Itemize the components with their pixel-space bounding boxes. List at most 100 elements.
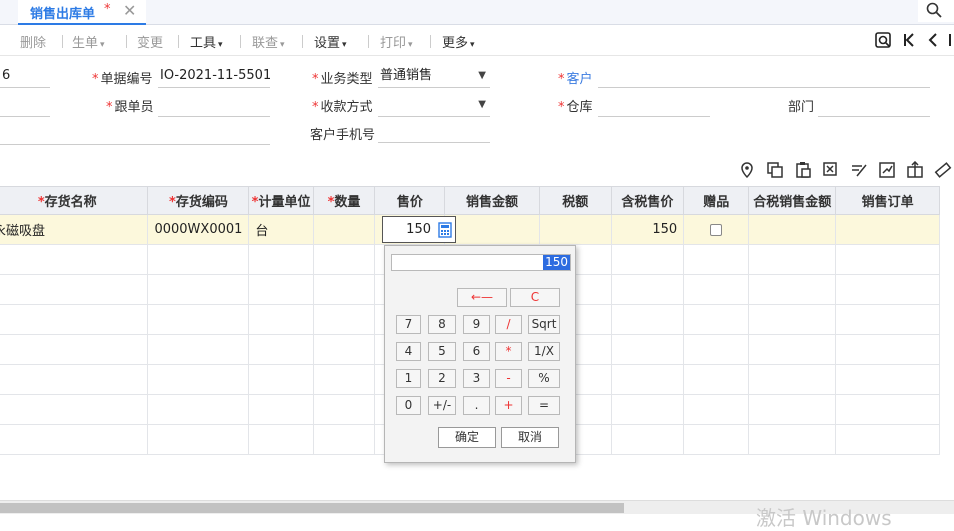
table-row[interactable]: 永磁吸盘 0000WX0001 台 150 xyxy=(0,214,940,245)
first-record-icon[interactable] xyxy=(902,31,916,53)
previous-record-icon[interactable] xyxy=(926,31,940,53)
chevron-down-icon: ▾ xyxy=(470,40,475,50)
generate-button[interactable]: 生单 ▾ xyxy=(72,32,105,51)
col-header-gift[interactable]: 赠品 xyxy=(683,186,750,215)
col-header-amount[interactable]: 销售金额 xyxy=(444,186,540,215)
cell-code[interactable]: 0000WX0001 xyxy=(147,214,250,245)
chevron-down-icon: ▾ xyxy=(342,40,347,50)
calc-clear-button[interactable]: C xyxy=(510,288,560,307)
next-record-icon[interactable] xyxy=(948,31,954,53)
partial-field-3[interactable] xyxy=(0,123,270,145)
scan-icon[interactable] xyxy=(874,31,892,53)
col-header-tax[interactable]: 税额 xyxy=(538,186,612,215)
calc-key-2[interactable]: 2 xyxy=(428,369,456,388)
price-input[interactable]: 150 xyxy=(382,216,456,243)
calc-ok-button[interactable]: 确定 xyxy=(438,427,496,448)
scrollbar-thumb[interactable] xyxy=(0,503,624,513)
calc-key-1[interactable]: 1 xyxy=(396,369,421,388)
col-header-qty[interactable]: *数量 xyxy=(312,186,376,215)
col-header-unit[interactable]: *计量单位 xyxy=(248,186,314,215)
calc-key-percent[interactable]: % xyxy=(528,369,560,388)
calc-cancel-button[interactable]: 取消 xyxy=(501,427,559,448)
delete-row-icon[interactable] xyxy=(822,161,840,179)
calc-key-minus[interactable]: - xyxy=(495,369,522,388)
more-button[interactable]: 更多 ▾ xyxy=(442,32,475,51)
cell-tax-amount[interactable] xyxy=(748,214,837,245)
calc-key-multiply[interactable]: * xyxy=(495,342,522,361)
col-header-tax-amount[interactable]: 合税销售金额 xyxy=(748,186,837,215)
phone-field[interactable] xyxy=(378,121,490,143)
cell-amount[interactable] xyxy=(444,214,540,245)
settings-button[interactable]: 设置 ▾ xyxy=(314,32,347,51)
calc-key-plus[interactable]: + xyxy=(495,396,522,415)
calc-key-0[interactable]: 0 xyxy=(396,396,421,415)
tab-title: 销售出库单 xyxy=(30,7,96,22)
follower-label: * 跟单员 xyxy=(106,100,154,115)
chevron-down-icon: ▾ xyxy=(100,40,105,50)
biz-type-select[interactable]: 普通销售 ▼ xyxy=(378,66,490,88)
warehouse-field[interactable] xyxy=(598,95,710,117)
partial-field[interactable]: 6 xyxy=(0,66,50,88)
search-button[interactable] xyxy=(918,0,954,22)
tools-button[interactable]: 工具 ▾ xyxy=(190,32,223,51)
paste-row-icon[interactable] xyxy=(794,161,812,179)
phone-label: 客户手机号 xyxy=(310,128,376,143)
gift-checkbox[interactable] xyxy=(710,223,723,236)
col-header-tax-price[interactable]: 含税售价 xyxy=(610,186,685,215)
customer-field[interactable] xyxy=(598,66,930,88)
tab-sales-outbound[interactable]: 销售出库单 * ✕ xyxy=(18,0,146,25)
calc-key-negate[interactable]: +/- xyxy=(428,396,456,415)
calculator-icon[interactable] xyxy=(438,222,452,238)
calc-key-reciprocal[interactable]: 1/X xyxy=(528,342,560,361)
cell-qty[interactable] xyxy=(312,214,376,245)
cell-name[interactable]: 永磁吸盘 xyxy=(0,214,149,245)
cell-order[interactable] xyxy=(835,214,940,245)
calculator-display[interactable]: 150 xyxy=(391,254,571,271)
inquiry-button[interactable]: 联查 ▾ xyxy=(252,32,285,51)
calc-key-divide[interactable]: / xyxy=(495,315,522,334)
col-header-price[interactable]: 售价 xyxy=(374,186,446,215)
doc-no-label: * 单据编号 xyxy=(92,72,153,87)
calc-key-8[interactable]: 8 xyxy=(428,315,456,334)
cell-unit[interactable]: 台 xyxy=(248,214,314,245)
print-button[interactable]: 打印 ▾ xyxy=(380,32,413,51)
split-row-icon[interactable] xyxy=(906,161,924,179)
col-header-name[interactable]: *存货名称 xyxy=(0,186,149,215)
calc-key-5[interactable]: 5 xyxy=(428,342,456,361)
location-icon[interactable] xyxy=(738,161,756,179)
calc-key-equals[interactable]: = xyxy=(528,396,560,415)
col-header-code[interactable]: *存货编码 xyxy=(147,186,250,215)
chevron-down-icon: ▾ xyxy=(280,40,285,50)
calc-key-3[interactable]: 3 xyxy=(463,369,490,388)
payment-select[interactable]: ▼ xyxy=(378,95,490,117)
calculator-popup: 150 ←— C 7 8 9 / Sqrt 4 5 6 * 1/X 1 2 3 … xyxy=(384,245,576,463)
dept-field[interactable] xyxy=(818,95,930,117)
partial-field-2[interactable] xyxy=(0,95,50,117)
delete-button[interactable]: 删除 xyxy=(20,32,46,51)
search-icon xyxy=(926,2,942,18)
calc-key-6[interactable]: 6 xyxy=(463,342,490,361)
calc-key-4[interactable]: 4 xyxy=(396,342,421,361)
cell-tax-price[interactable]: 150 xyxy=(610,214,685,245)
cell-tax[interactable] xyxy=(538,214,612,245)
edit-row-icon[interactable] xyxy=(850,161,868,179)
modified-mark: * xyxy=(104,2,111,17)
cell-gift[interactable] xyxy=(683,214,750,245)
biz-type-label: * 业务类型 xyxy=(312,72,373,87)
payment-label: * 收款方式 xyxy=(312,100,373,115)
follower-field[interactable] xyxy=(158,95,270,117)
tab-close-icon[interactable]: ✕ xyxy=(123,1,136,20)
calc-key-9[interactable]: 9 xyxy=(463,315,490,334)
change-button[interactable]: 变更 xyxy=(137,32,163,51)
export-row-icon[interactable] xyxy=(878,161,896,179)
col-header-order[interactable]: 销售订单 xyxy=(835,186,940,215)
copy-row-icon[interactable] xyxy=(766,161,784,179)
doc-no-field[interactable]: IO-2021-11-5501 xyxy=(158,66,270,88)
calc-backspace-button[interactable]: ←— xyxy=(457,288,507,307)
calc-key-sqrt[interactable]: Sqrt xyxy=(528,315,560,334)
ruler-icon[interactable] xyxy=(934,161,952,179)
customer-label[interactable]: * 客户 xyxy=(558,68,593,87)
calc-key-7[interactable]: 7 xyxy=(396,315,421,334)
grid-header-row: *存货名称 *存货编码 *计量单位 *数量 售价 销售金额 税额 含税售价 赠品… xyxy=(0,186,940,215)
calc-key-decimal[interactable]: . xyxy=(463,396,490,415)
